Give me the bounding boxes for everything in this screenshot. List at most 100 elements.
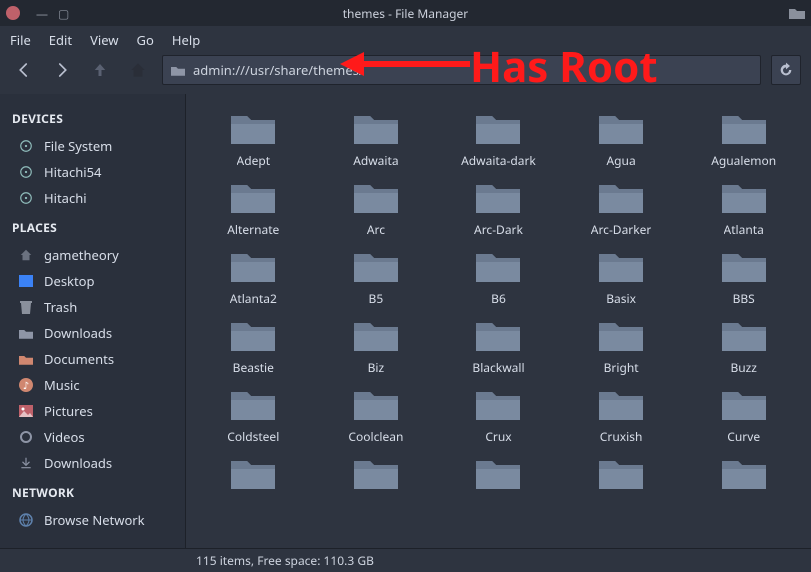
sidebar-item-label: Downloads <box>44 454 112 472</box>
folder-label: Arc <box>367 221 385 238</box>
folder-item-coldsteel[interactable]: Coldsteel <box>194 384 313 447</box>
folder-item-adwaita-dark[interactable]: Adwaita-dark <box>439 108 558 171</box>
folder-item-adwaita[interactable]: Adwaita <box>317 108 436 171</box>
sidebar-header-network: NETWORK <box>0 476 185 507</box>
desktop-icon <box>18 273 34 289</box>
up-button[interactable] <box>86 56 114 84</box>
sidebar-item-browse-network[interactable]: Browse Network <box>0 507 185 533</box>
window-title: themes - File Manager <box>0 5 811 22</box>
folder-item-buzz[interactable]: Buzz <box>684 315 803 378</box>
folder-item-b5[interactable]: B5 <box>317 246 436 309</box>
sidebar-item-label: Trash <box>44 298 77 316</box>
menu-file[interactable]: File <box>10 31 31 49</box>
menu-edit[interactable]: Edit <box>49 31 72 49</box>
folder-icon <box>18 325 34 341</box>
folder-icon <box>229 317 277 359</box>
globe-icon <box>18 512 34 528</box>
folder-icon <box>597 248 645 290</box>
menu-go[interactable]: Go <box>137 31 154 49</box>
folder-item-coolclean[interactable]: Coolclean <box>317 384 436 447</box>
folder-icon <box>229 248 277 290</box>
folder-item-cruxish[interactable]: Cruxish <box>562 384 681 447</box>
disk-icon <box>18 138 34 154</box>
sidebar-item-label: Documents <box>44 350 114 368</box>
folder-item-atlanta[interactable]: Atlanta <box>684 177 803 240</box>
home-icon <box>18 247 34 263</box>
folder-item-crux[interactable]: Crux <box>439 384 558 447</box>
folder-item-bbs[interactable]: BBS <box>684 246 803 309</box>
trash-icon <box>18 299 34 315</box>
menu-help[interactable]: Help <box>172 31 200 49</box>
sidebar-item-pictures[interactable]: Pictures <box>0 398 185 424</box>
folder-item-agua[interactable]: Agua <box>562 108 681 171</box>
forward-button[interactable] <box>48 56 76 84</box>
folder-label: BBS <box>733 290 755 307</box>
folder-icon <box>597 317 645 359</box>
folder-item[interactable] <box>684 453 803 499</box>
back-button[interactable] <box>10 56 38 84</box>
folder-item-atlanta2[interactable]: Atlanta2 <box>194 246 313 309</box>
sidebar-item-label: Hitachi54 <box>44 163 101 181</box>
folder-item[interactable] <box>317 453 436 499</box>
folder-label: Coolclean <box>348 428 403 445</box>
sidebar-item-label: Pictures <box>44 402 93 420</box>
sidebar-item-documents[interactable]: Documents <box>0 346 185 372</box>
folder-icon <box>229 386 277 428</box>
folder-item-agualemon[interactable]: Agualemon <box>684 108 803 171</box>
sidebar-item-music[interactable]: ♪Music <box>0 372 185 398</box>
folder-item[interactable] <box>194 453 313 499</box>
folder-item-basix[interactable]: Basix <box>562 246 681 309</box>
window-minimize-button[interactable]: — <box>36 5 48 22</box>
folder-item-biz[interactable]: Biz <box>317 315 436 378</box>
status-bar: 115 items, Free space: 110.3 GB <box>0 548 811 572</box>
sidebar-item-downloads[interactable]: Downloads <box>0 320 185 346</box>
folder-item-blackwall[interactable]: Blackwall <box>439 315 558 378</box>
folder-icon <box>474 386 522 428</box>
sidebar-item-label: gametheory <box>44 246 119 264</box>
home-button[interactable] <box>124 56 152 84</box>
sidebar-item-downloads[interactable]: Downloads <box>0 450 185 476</box>
content-area[interactable]: Adept Adwaita Adwaita-dark AguaAgualemon Alt… <box>186 94 811 548</box>
sidebar-item-label: Videos <box>44 428 85 446</box>
folder-label: Adwaita-dark <box>461 152 536 169</box>
sidebar-item-gametheory[interactable]: gametheory <box>0 242 185 268</box>
refresh-button[interactable] <box>771 55 801 85</box>
disk-icon <box>18 164 34 180</box>
folder-icon <box>352 455 400 497</box>
folder-item-beastie[interactable]: Beastie <box>194 315 313 378</box>
folder-label: Blackwall <box>472 359 524 376</box>
folder-item-bright[interactable]: Bright <box>562 315 681 378</box>
sidebar-item-videos[interactable]: Videos <box>0 424 185 450</box>
folder-item-b6[interactable]: B6 <box>439 246 558 309</box>
folder-icon <box>229 179 277 221</box>
sidebar-item-label: Browse Network <box>44 511 145 529</box>
folder-icon <box>597 455 645 497</box>
menu-bar: File Edit View Go Help <box>0 26 811 54</box>
window-maximize-button[interactable]: ▢ <box>58 5 69 22</box>
sidebar-item-label: Hitachi <box>44 189 87 207</box>
folder-item[interactable] <box>439 453 558 499</box>
folder-item[interactable] <box>562 453 681 499</box>
folder-item-arc[interactable]: Arc <box>317 177 436 240</box>
folder-item-alternate[interactable]: Alternate <box>194 177 313 240</box>
menu-view[interactable]: View <box>90 31 118 49</box>
downloads2-icon <box>18 455 34 471</box>
folder-item-arc-dark[interactable]: Arc-Dark <box>439 177 558 240</box>
path-input[interactable]: admin:///usr/share/themes/ <box>162 55 761 85</box>
folder-label: Adwaita <box>353 152 398 169</box>
sidebar-item-label: Desktop <box>44 272 95 290</box>
folder-label: Atlanta2 <box>230 290 277 307</box>
folder-item-curve[interactable]: Curve <box>684 384 803 447</box>
folder-icon <box>352 110 400 152</box>
sidebar-item-file-system[interactable]: File System <box>0 133 185 159</box>
folder-label: Coldsteel <box>227 428 279 445</box>
sidebar-item-hitachi[interactable]: Hitachi <box>0 185 185 211</box>
sidebar-item-trash[interactable]: Trash <box>0 294 185 320</box>
window-close-button[interactable] <box>6 6 20 20</box>
folder-icon <box>229 110 277 152</box>
sidebar-item-hitachi54[interactable]: Hitachi54 <box>0 159 185 185</box>
sidebar-item-desktop[interactable]: Desktop <box>0 268 185 294</box>
folder-item-arc-darker[interactable]: Arc-Darker <box>562 177 681 240</box>
folder-item-adept[interactable]: Adept <box>194 108 313 171</box>
folder-label: Basix <box>606 290 636 307</box>
